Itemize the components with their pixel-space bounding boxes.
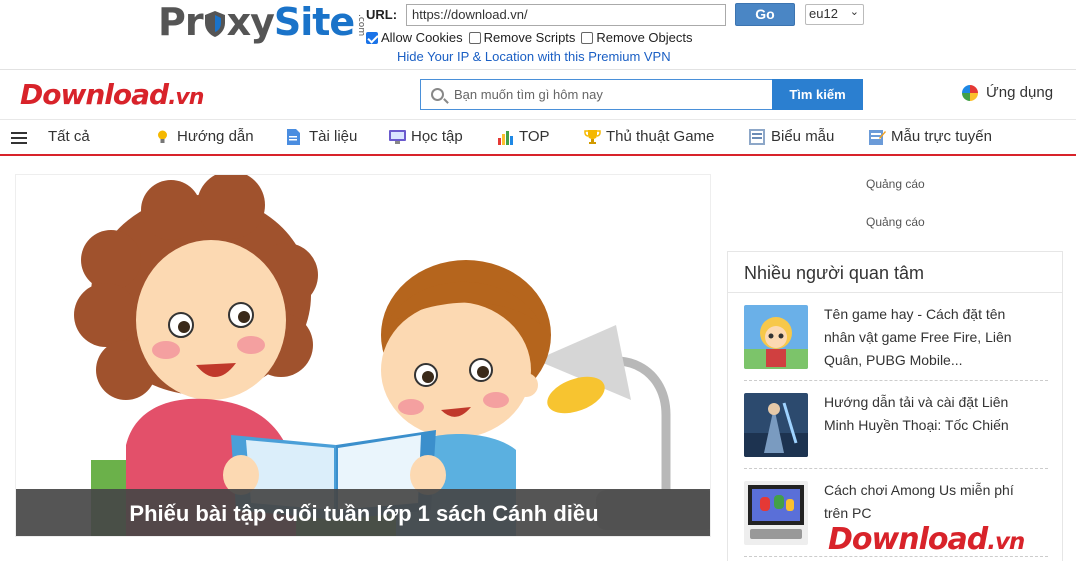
logo-text-pr: Pr [158, 0, 204, 44]
allow-cookies-checkbox[interactable] [366, 31, 378, 44]
search-box[interactable]: Bạn muốn tìm gì hôm nay [420, 79, 772, 110]
list-item-title[interactable]: Tên game hay - Cách đặt tên nhân vật gam… [824, 303, 1039, 372]
nav-label: Mẫu trực tuyến [891, 128, 992, 145]
shield-icon [203, 5, 227, 37]
logo-text-xy: xy [226, 0, 275, 44]
document-icon [287, 128, 302, 145]
remove-scripts-checkbox[interactable] [468, 31, 481, 44]
logo-main-text: Download [20, 78, 169, 111]
search-input[interactable]: Bạn muốn tìm gì hôm nay [454, 87, 603, 102]
nav-item-huong-dan[interactable]: Hướng dẫn [155, 128, 254, 145]
apps-icon [962, 84, 978, 101]
nav-item-bieu-mau[interactable]: Biểu mẫu [749, 128, 834, 145]
logo-suffix-text: .vn [168, 85, 204, 110]
watermark-suffix-text: .vn [987, 529, 1025, 555]
game-thumbnail[interactable] [744, 481, 808, 545]
game-thumbnail[interactable] [744, 305, 808, 369]
logo-com: .com [356, 13, 367, 36]
search-icon [431, 88, 444, 101]
proxy-toolbar: Pr xySite .com URL: https://download.vn/ … [0, 0, 1076, 70]
watermark-main-text: Download [828, 522, 988, 557]
nav-label: Tài liệu [309, 128, 358, 145]
nav-label: Biểu mẫu [771, 128, 835, 145]
apps-link[interactable]: Ứng dụng [962, 84, 1053, 101]
apps-label: Ứng dụng [986, 84, 1054, 101]
proxysite-logo[interactable]: Pr xySite .com [158, 2, 366, 42]
nav-item-mau-truc-tuyen[interactable]: Mẫu trực tuyến [869, 128, 992, 145]
nav-item-tai-lieu[interactable]: Tài liệu [287, 128, 357, 145]
proxy-options: Allow Cookies Remove Scripts Remove Obje… [366, 30, 693, 45]
url-input[interactable]: https://download.vn/ [406, 4, 726, 26]
list-item[interactable]: Hướng dẫn tải và cài đặt Liên Minh Huyền… [744, 381, 1048, 469]
popular-title: Nhiều người quan tâm [744, 263, 924, 283]
chevron-down-icon: ⌄ [849, 6, 859, 18]
remove-scripts-option[interactable]: Remove Scripts [468, 30, 576, 45]
edit-form-icon [869, 129, 886, 145]
game-thumbnail[interactable] [744, 393, 808, 457]
server-select[interactable]: eu12 ⌄ [805, 4, 864, 25]
nav-item-top[interactable]: TOP [497, 128, 550, 145]
ad-label: Quảng cáo [866, 215, 925, 229]
ad-label: Quảng cáo [866, 177, 925, 191]
nav-item-thu-thuat-game[interactable]: Thủ thuật Game [584, 128, 714, 145]
main-nav: Tất cả Hướng dẫn Tài liệu Học tập TOP Th… [0, 120, 1076, 156]
monitor-icon [389, 129, 406, 145]
remove-objects-label: Remove Objects [596, 30, 693, 45]
nav-label: Hướng dẫn [177, 128, 254, 145]
lightbulb-icon [155, 129, 170, 145]
bar-chart-icon [497, 129, 513, 145]
hero-illustration [74, 175, 710, 536]
logo-text-site: Site [273, 0, 355, 44]
nav-label: Tất cả [48, 128, 90, 145]
go-button[interactable]: Go [735, 3, 795, 26]
hamburger-menu-icon[interactable] [11, 132, 27, 144]
nav-item-hoc-tap[interactable]: Học tập [389, 128, 463, 145]
nav-label: TOP [519, 128, 550, 145]
form-icon [749, 128, 765, 145]
site-header: Download.vn Bạn muốn tìm gì hôm nay Tìm … [0, 70, 1076, 120]
trophy-icon [584, 129, 601, 145]
nav-item-all[interactable]: Tất cả [48, 128, 90, 145]
nav-label: Thủ thuật Game [606, 128, 715, 145]
allow-cookies-option[interactable]: Allow Cookies [366, 30, 463, 45]
hero-caption[interactable]: Phiếu bài tập cuối tuần lớp 1 sách Cánh … [16, 489, 710, 536]
server-value: eu12 [809, 6, 838, 21]
list-item-title[interactable]: Hướng dẫn tải và cài đặt Liên Minh Huyền… [824, 391, 1039, 437]
nav-label: Học tập [411, 128, 463, 145]
popular-panel: Nhiều người quan tâm Tên game hay - Cách… [727, 251, 1063, 561]
remove-objects-option[interactable]: Remove Objects [581, 30, 693, 45]
list-item-title[interactable]: Cách chơi Among Us miễn phí trên PC [824, 479, 1039, 525]
allow-cookies-label: Allow Cookies [381, 30, 463, 45]
vpn-link[interactable]: Hide Your IP & Location with this Premiu… [397, 49, 671, 64]
download-vn-logo[interactable]: Download.vn [20, 78, 204, 111]
list-item[interactable]: Tên game hay - Cách đặt tên nhân vật gam… [744, 293, 1048, 381]
url-label: URL: [366, 7, 398, 22]
remove-objects-checkbox[interactable] [581, 31, 594, 44]
search-button[interactable]: Tìm kiếm [772, 79, 863, 110]
download-vn-watermark: Download.vn [828, 522, 1025, 557]
remove-scripts-label: Remove Scripts [483, 30, 576, 45]
hero-article[interactable]: Phiếu bài tập cuối tuần lớp 1 sách Cánh … [15, 174, 711, 537]
